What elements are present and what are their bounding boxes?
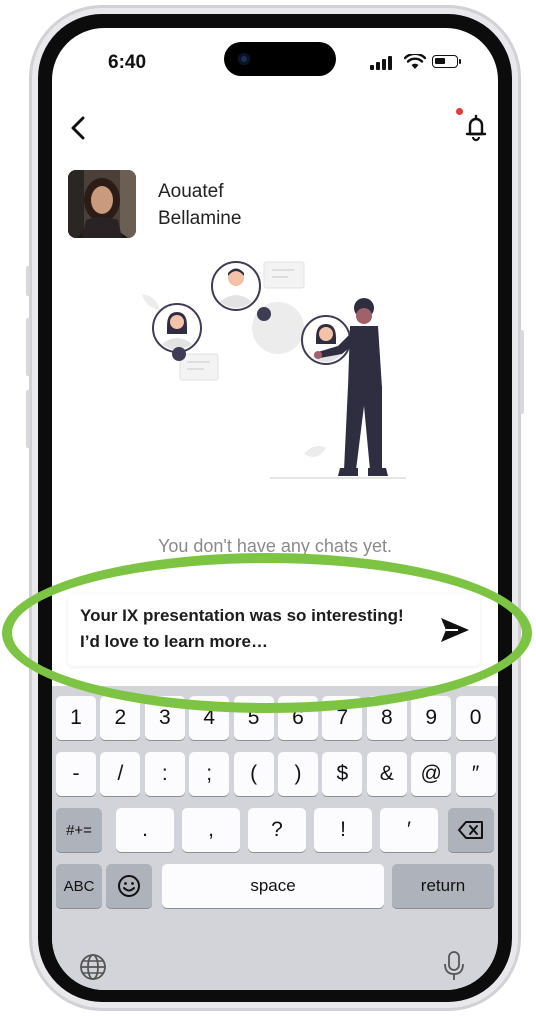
digit-key[interactable]: 0 — [455, 696, 496, 740]
numeric-keyboard: 1234567890 - /:;() $ & @ ″ .,?! ′ #+= ABC spac… — [52, 686, 498, 990]
punctuation-key[interactable]: . — [116, 808, 174, 852]
battery-icon — [432, 55, 458, 68]
abc-key[interactable]: ABC — [56, 864, 102, 908]
punctuation-key[interactable]: , — [182, 808, 240, 852]
symbol-key[interactable]: $ — [322, 752, 363, 796]
wifi-icon — [404, 54, 426, 69]
digit-key[interactable]: 8 — [366, 696, 407, 740]
return-key[interactable]: return — [392, 864, 494, 908]
symbol-key[interactable]: & — [366, 752, 407, 796]
digit-key[interactable]: 3 — [144, 696, 185, 740]
status-time: 6:40 — [108, 52, 147, 73]
emoji-icon — [118, 875, 140, 897]
volume-up-button — [26, 318, 30, 376]
phone-screen: 6:4 0 Aouatef Bellamine You don't have an… — [52, 28, 498, 990]
back-button[interactable] — [66, 112, 90, 144]
status-icons — [370, 54, 470, 70]
message-composer[interactable]: Your IX presentation was so interesting!… — [68, 594, 480, 666]
volume-down-button — [26, 390, 30, 448]
empty-chats-text: You don't have any chats yet. — [158, 536, 392, 556]
empty-chats-illustration — [142, 261, 406, 479]
contact-name[interactable]: Aouatef Bellamine — [158, 178, 298, 232]
symbol-key[interactable]: - — [56, 752, 96, 796]
digit-key[interactable]: 1 — [56, 696, 96, 740]
signal-bar — [382, 59, 386, 70]
emoji-key[interactable] — [106, 864, 152, 908]
message-input[interactable]: Your IX presentation was so interesting!… — [80, 603, 410, 655]
signal-icon — [370, 65, 374, 70]
symbol-key[interactable]: / — [100, 752, 141, 796]
backspace-icon — [458, 821, 483, 839]
digit-key[interactable]: 7 — [322, 696, 363, 740]
space-key[interactable]: space — [162, 864, 384, 908]
microphone-icon[interactable] — [442, 950, 466, 982]
digit-key[interactable]: 4 — [189, 696, 230, 740]
symbols-key[interactable]: #+= — [56, 808, 102, 852]
delete-key[interactable] — [448, 808, 494, 852]
front-camera — [238, 53, 250, 65]
avatar-photo — [68, 170, 136, 238]
digit-key[interactable]: 6 — [278, 696, 318, 740]
send-button[interactable] — [438, 614, 472, 646]
punctuation-key[interactable]: ′ — [380, 808, 438, 852]
digit-key[interactable]: 9 — [411, 696, 452, 740]
globe-icon[interactable] — [78, 952, 108, 982]
battery-tip — [459, 59, 461, 64]
digit-key[interactable]: 2 — [100, 696, 141, 740]
contact-avatar[interactable] — [68, 170, 136, 238]
battery-level — [435, 58, 445, 64]
punctuation-key[interactable]: ! — [314, 808, 372, 852]
signal-bar — [376, 62, 380, 70]
symbol-key[interactable]: ) — [278, 752, 318, 796]
signal-bar — [388, 56, 392, 70]
power-button — [520, 330, 524, 414]
digit-key[interactable]: 5 — [233, 696, 274, 740]
notification-bell-icon[interactable] — [462, 112, 490, 142]
symbol-key[interactable]: @ — [411, 752, 452, 796]
symbol-key[interactable]: ( — [233, 752, 274, 796]
symbol-key[interactable]: : — [144, 752, 185, 796]
symbol-key[interactable]: ; — [189, 752, 230, 796]
symbol-key[interactable]: ″ — [455, 752, 496, 796]
mute-switch — [26, 266, 30, 296]
punctuation-key[interactable]: ? — [248, 808, 306, 852]
